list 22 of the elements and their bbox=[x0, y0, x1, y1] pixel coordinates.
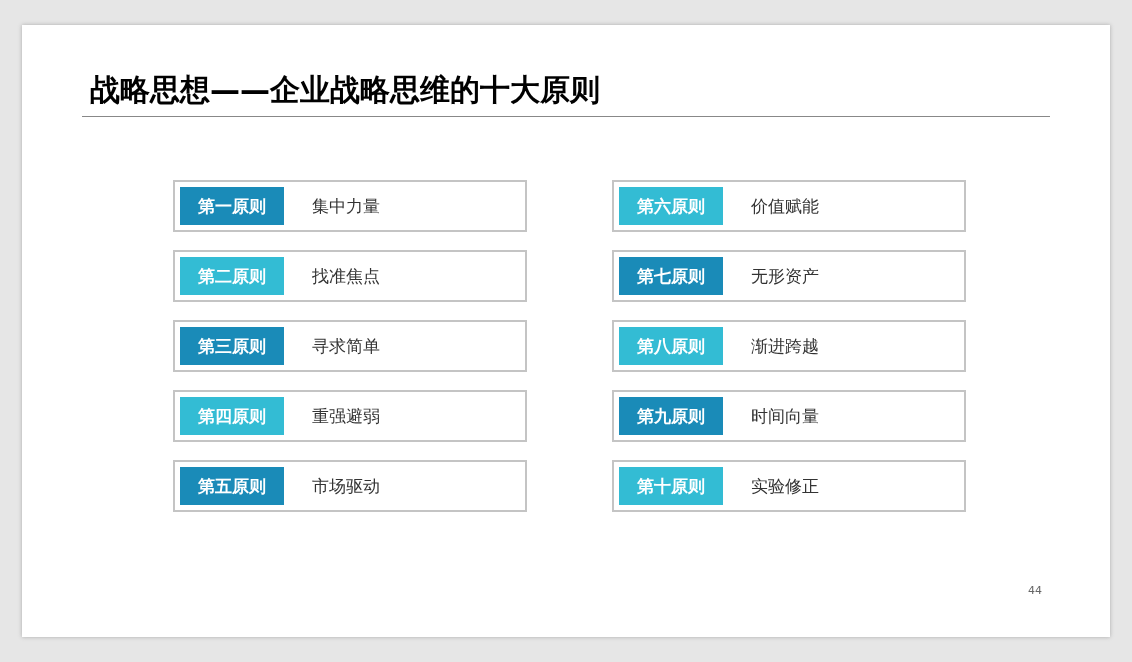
principle-label: 第四原则 bbox=[180, 397, 284, 435]
principle-text: 时间向量 bbox=[751, 404, 819, 428]
principle-text: 找准焦点 bbox=[312, 264, 380, 288]
principle-text: 寻求简单 bbox=[312, 334, 380, 358]
principle-label: 第六原则 bbox=[619, 187, 723, 225]
page-number: 44 bbox=[1028, 584, 1042, 597]
principle-label: 第一原则 bbox=[180, 187, 284, 225]
principle-label: 第十原则 bbox=[619, 467, 723, 505]
principle-text: 集中力量 bbox=[312, 194, 380, 218]
principle-text: 实验修正 bbox=[751, 474, 819, 498]
principle-label: 第五原则 bbox=[180, 467, 284, 505]
principle-label: 第七原则 bbox=[619, 257, 723, 295]
principle-text: 价值赋能 bbox=[751, 194, 819, 218]
principle-label: 第九原则 bbox=[619, 397, 723, 435]
principle-text: 渐进跨越 bbox=[751, 334, 819, 358]
slide-title: 战略思想——企业战略思维的十大原则 bbox=[89, 71, 601, 109]
principle-label: 第三原则 bbox=[180, 327, 284, 365]
principle-text: 无形资产 bbox=[751, 264, 819, 288]
principle-label: 第八原则 bbox=[619, 327, 723, 365]
principle-text: 市场驱动 bbox=[312, 474, 380, 498]
principle-label: 第二原则 bbox=[180, 257, 284, 295]
principle-text: 重强避弱 bbox=[312, 404, 380, 428]
